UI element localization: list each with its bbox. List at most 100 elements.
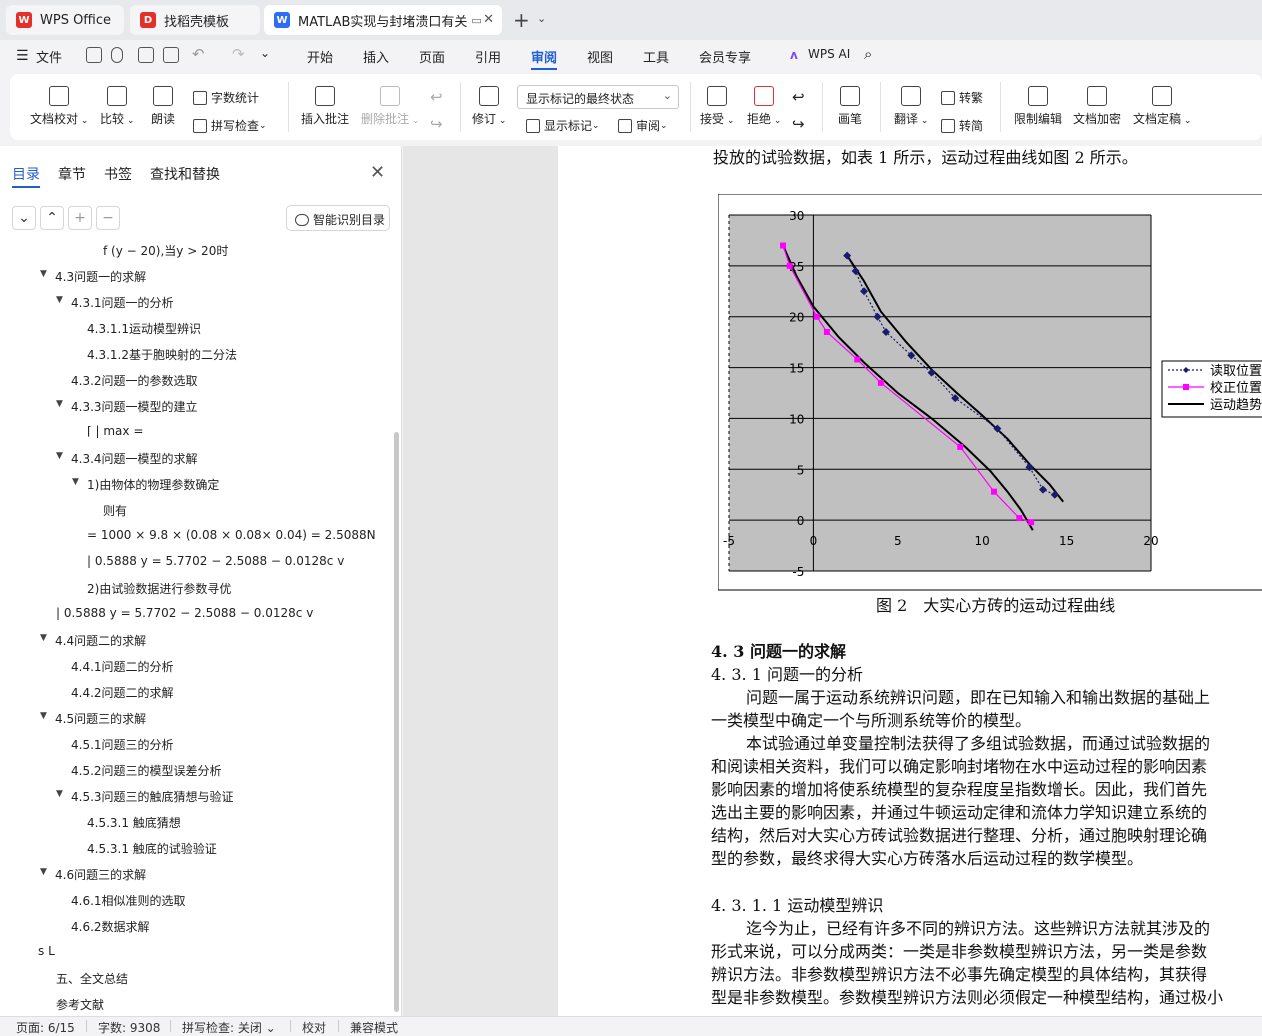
menu-member[interactable]: 会员专享 [699, 47, 751, 66]
spell-check-button[interactable]: 拼写检查 ⌄ [193, 117, 267, 134]
restrict-edit-button[interactable]: 限制编辑 [1014, 86, 1062, 127]
menu-insert[interactable]: 插入 [363, 47, 389, 66]
toc-item[interactable]: 4.5.3.1 触底猜想 [87, 814, 181, 831]
toc-collapse-arrow-icon[interactable]: ▼ [56, 789, 63, 799]
toc-item[interactable]: f (y − 20),当y > 20时 [103, 242, 228, 259]
to-traditional-button[interactable]: 转繁 [941, 89, 983, 106]
search-icon[interactable]: ⌕ [864, 45, 872, 63]
read-aloud-button[interactable]: 朗读 [151, 86, 175, 127]
menu-view[interactable]: 视图 [587, 47, 613, 66]
toc-item[interactable]: ▼ 4.3.3问题一模型的建立 [56, 398, 198, 415]
toc-collapse-arrow-icon[interactable]: ▼ [72, 477, 79, 487]
menu-file[interactable]: 文件 [36, 47, 62, 66]
redo-icon[interactable]: ↷ [232, 45, 245, 63]
menu-page[interactable]: 页面 [419, 47, 445, 66]
compare-button[interactable]: 比较 ⌄ [100, 86, 134, 127]
toc-item[interactable]: ▼ 4.3.4问题一模型的求解 [56, 450, 198, 467]
toc-item[interactable]: 4.3.2问题一的参数选取 [71, 372, 198, 389]
next-change-icon[interactable]: ↪ [792, 115, 805, 133]
toc-item[interactable]: 4.5.2问题三的模型误差分析 [71, 762, 222, 779]
undo-icon[interactable]: ↶ [192, 45, 205, 63]
close-pane-icon[interactable]: ✕ [370, 162, 385, 183]
toc-item[interactable]: 五、全文总结 [56, 970, 128, 987]
encrypt-button[interactable]: 文档加密 [1073, 86, 1121, 127]
tab-document[interactable]: W MATLAB实现与封堵溃口有关 ▭ ✕ [264, 5, 502, 35]
toc-item[interactable]: ⌈ | max = [87, 424, 143, 438]
to-simplified-button[interactable]: 转简 [941, 117, 983, 134]
nav-tab-toc[interactable]: 目录 [12, 164, 40, 188]
word-count-indicator[interactable]: 字数: 9308 [98, 1019, 160, 1036]
toc-item[interactable]: ▼ 4.5.3问题三的触底猜想与验证 [56, 788, 234, 805]
next-comment-icon[interactable]: ↪ [430, 115, 443, 133]
smart-toc-button[interactable]: 智能识别目录 [286, 205, 390, 231]
accept-button[interactable]: 接受 ⌄ [700, 86, 734, 127]
collapse-all-button[interactable]: ⌄ [12, 206, 36, 230]
toc-collapse-arrow-icon[interactable]: ▼ [40, 269, 47, 279]
spell-check-indicator[interactable]: 拼写检查: 关闭 ⌄ [182, 1019, 276, 1036]
toc-item[interactable]: = 1000 × 9.8 × (0.08 × 0.08× 0.04) = 2.5… [87, 528, 376, 542]
prev-comment-icon[interactable]: ↩ [430, 88, 443, 106]
close-tab-icon[interactable]: ✕ [483, 12, 494, 27]
toc-item[interactable]: 4.3.1.2基于胞映射的二分法 [87, 346, 237, 363]
insert-comment-button[interactable]: 插入批注 [301, 86, 349, 127]
save-icon[interactable] [86, 47, 102, 63]
toc-item[interactable]: 4.4.2问题二的求解 [71, 684, 174, 701]
proofread-indicator[interactable]: 校对 [302, 1019, 326, 1036]
toc-item[interactable]: ▼ 4.3.1问题一的分析 [56, 294, 174, 311]
print-icon[interactable] [138, 47, 154, 63]
pen-button[interactable]: 画笔 [838, 86, 862, 127]
tab-template[interactable]: D 找稻壳模板 [130, 5, 260, 35]
toc-item[interactable]: 4.3.1.1运动模型辨识 [87, 320, 201, 337]
toc-item[interactable]: ▼ 4.4问题二的求解 [40, 632, 146, 649]
toc-item[interactable]: s L [38, 944, 55, 958]
tab-wps-office[interactable]: W WPS Office [6, 5, 124, 35]
toc-item[interactable]: 4.5.1问题三的分析 [71, 736, 174, 753]
nav-tab-chapters[interactable]: 章节 [58, 164, 86, 184]
delete-comment-button[interactable]: 删除批注 ⌄ [361, 86, 419, 127]
toc-item[interactable]: 4.6.2数据求解 [71, 918, 150, 935]
menu-references[interactable]: 引用 [475, 47, 501, 66]
toc-scrollbar[interactable] [394, 432, 399, 1012]
page-indicator[interactable]: 页面: 6/15 [16, 1019, 75, 1036]
nav-tab-bookmarks[interactable]: 书签 [104, 164, 132, 184]
menu-wps-ai[interactable]: WPS AI [808, 47, 850, 61]
quick-access-chevron-icon[interactable]: ⌄ [260, 46, 270, 60]
toc-collapse-arrow-icon[interactable]: ▼ [56, 399, 63, 409]
prev-change-icon[interactable]: ↩ [792, 88, 805, 106]
toc-collapse-arrow-icon[interactable]: ▼ [40, 633, 47, 643]
show-markup-button[interactable]: 显示标记 ⌄ [526, 117, 600, 134]
toc-item[interactable]: 4.5.3.1 触底的试验验证 [87, 840, 217, 857]
toc-item[interactable]: 4.4.1问题二的分析 [71, 658, 174, 675]
translate-button[interactable]: 翻译 ⌄ [894, 86, 928, 127]
review-pane-button[interactable]: 审阅 ⌄ [618, 117, 668, 134]
menu-tools[interactable]: 工具 [643, 47, 669, 66]
toc-item[interactable]: ▼ 4.5问题三的求解 [40, 710, 146, 727]
toc-item[interactable]: | 0.5888 y = 5.7702 − 2.5088 − 0.0128c v [56, 606, 313, 620]
hamburger-icon[interactable]: ☰ [16, 48, 29, 64]
nav-tab-find-replace[interactable]: 查找和替换 [150, 164, 220, 184]
toc-collapse-arrow-icon[interactable]: ▼ [56, 295, 63, 305]
toc-item[interactable]: ▼ 1)由物体的物理参数确定 [72, 476, 219, 493]
toc-item[interactable]: 2)由试验数据进行参数寻优 [87, 580, 231, 597]
toc-item[interactable]: ▼ 4.3问题一的求解 [40, 268, 146, 285]
markup-state-select[interactable]: 显示标记的最终状态 ⌄ [517, 85, 679, 109]
toc-item[interactable]: 参考文献 [56, 996, 104, 1013]
toc-item[interactable]: 则有 [103, 502, 127, 519]
reject-button[interactable]: 拒绝 ⌄ [747, 86, 781, 127]
menu-review[interactable]: 审阅 [531, 47, 558, 70]
toc-item[interactable]: ▼ 4.6问题三的求解 [40, 866, 146, 883]
doc-check-button[interactable]: 文档校对 ⌄ [30, 86, 88, 127]
toc-item[interactable]: | 0.5888 y = 5.7702 − 2.5088 − 0.0128c v [87, 554, 344, 568]
add-heading-button[interactable]: + [68, 206, 92, 230]
toc-collapse-arrow-icon[interactable]: ▼ [40, 867, 47, 877]
menu-home[interactable]: 开始 [307, 47, 333, 66]
finalize-button[interactable]: 文档定稿 ⌄ [1133, 86, 1191, 127]
toc-collapse-arrow-icon[interactable]: ▼ [56, 451, 63, 461]
toc-item[interactable]: 4.6.1相似准则的选取 [71, 892, 186, 909]
toc-collapse-arrow-icon[interactable]: ▼ [40, 711, 47, 721]
remove-heading-button[interactable]: − [96, 206, 120, 230]
revise-button[interactable]: 修订 ⌄ [472, 86, 506, 127]
print-preview-icon[interactable] [163, 47, 179, 63]
word-count-button[interactable]: 字数统计 [193, 89, 259, 106]
new-tab-icon[interactable]: + [513, 8, 530, 32]
